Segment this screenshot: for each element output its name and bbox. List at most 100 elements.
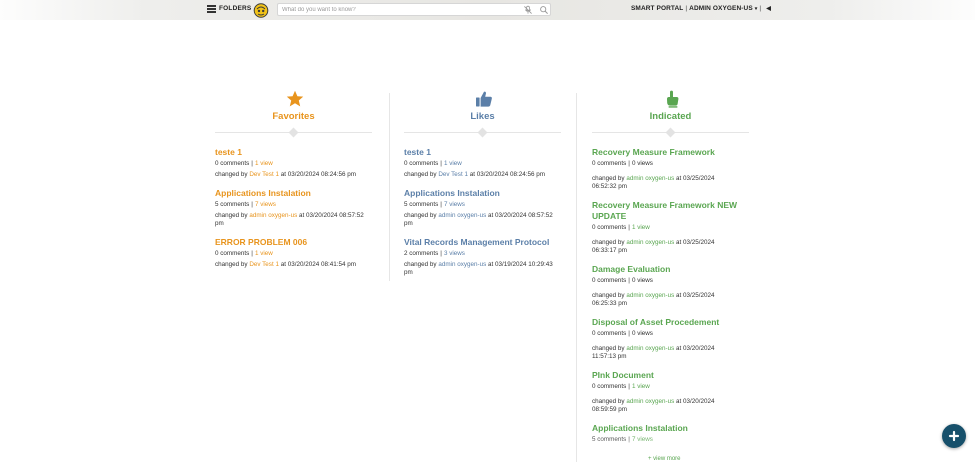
search-box [277,3,551,16]
user-link[interactable]: admin oxygen-us [626,175,674,182]
comments-count: 0 comments [215,250,250,257]
collapse-icon[interactable]: ◀ [766,5,771,12]
list-item: Applications Instalation 5 comments | 7 vi… [404,188,564,228]
folders-button[interactable]: FOLDERS [219,5,251,12]
item-title-link[interactable]: teste 1 [404,147,564,158]
item-title-link[interactable]: PInk Document [592,370,752,381]
item-stats: 5 comments | 7 views [404,200,564,209]
views-link[interactable]: 7 views [255,201,276,208]
list-item: PInk Document 0 comments | 1 view changed … [592,370,752,414]
list-item: Recovery Measure Framework 0 comments | 0 … [592,147,752,191]
views-link[interactable]: 1 view [444,160,462,167]
item-title-link[interactable]: Damage Evaluation [592,264,752,275]
likes-header: Likes [404,90,561,138]
top-bar: FOLDERS SMART PORTAL|ADMIN OXYGEN-US▾|◀ [0,0,975,20]
user-link[interactable]: admin oxygen-us [249,212,297,219]
separator: | [628,160,630,167]
menu-icon[interactable] [207,5,216,13]
separator: | [628,330,630,337]
comments-count: 0 comments [592,277,627,284]
header-diamond [477,127,488,137]
comments-count: 0 comments [592,224,627,231]
item-changed: changed by admin oxygen-us at 03/19/2024… [404,261,559,277]
search-input[interactable] [282,4,517,15]
changed-by-label: changed by [404,171,437,178]
user-link[interactable]: admin oxygen-us [438,261,486,268]
item-title-link[interactable]: Applications Instalation [592,423,752,434]
user-link[interactable]: admin oxygen-us [438,212,486,219]
changed-by-label: changed by [592,398,625,405]
views-count: 0 views [631,160,653,167]
item-changed: changed by admin oxygen-us at 03/20/2024… [592,345,732,361]
views-link[interactable]: 1 view [255,250,273,257]
user-link[interactable]: admin oxygen-us [626,292,674,299]
views-link[interactable]: 1 view [632,224,650,231]
header-diamond [288,127,299,137]
separator: | [628,383,630,390]
separator: | [251,250,253,257]
comments-count: 5 comments [215,201,250,208]
likes-title: Likes [470,111,495,122]
user-link[interactable]: Dev Test 1 [438,171,468,178]
item-title-link[interactable]: Disposal of Asset Procedement [592,317,752,328]
views-link[interactable]: 1 view [632,383,650,390]
views-count: 0 views [631,330,653,337]
mic-off-icon[interactable] [523,5,533,15]
favorites-header: Favorites [215,90,372,138]
item-changed: changed by Dev Test 1 at 03/20/2024 08:2… [215,171,370,179]
user-menu[interactable]: ADMIN OXYGEN-US [689,5,753,12]
list-item: Vital Records Management Protocol 2 comm… [404,237,564,277]
user-link[interactable]: admin oxygen-us [626,239,674,246]
changed-by-label: changed by [592,345,625,352]
user-link[interactable]: Dev Test 1 [249,171,279,178]
indicated-title: Indicated [649,111,692,122]
smart-portal-link[interactable]: SMART PORTAL [631,5,683,12]
caret-down-icon[interactable]: ▾ [755,6,758,12]
item-title-link[interactable]: Recovery Measure Framework NEW UPDATE [592,200,752,222]
separator: | [628,277,630,284]
separator: | [440,160,442,167]
item-changed: changed by admin oxygen-us at 03/25/2024… [592,239,732,255]
comments-count: 0 comments [592,383,627,390]
item-title-link[interactable]: Applications Instalation [215,188,375,199]
changed-by-label: changed by [592,239,625,246]
favorites-title: Favorites [272,111,315,122]
separator: | [440,250,442,257]
changed-date: at 03/20/2024 08:24:56 pm [280,171,356,178]
top-right-nav: SMART PORTAL | ADMIN OXYGEN-US ▾ | ◀ [631,5,771,12]
likes-column: Likes teste 1 0 comments | 1 view changed … [404,90,564,462]
separator: | [628,224,630,231]
views-link[interactable]: 7 views [444,201,465,208]
changed-by-label: changed by [404,212,437,219]
item-changed: changed by admin oxygen-us at 03/25/2024… [592,292,732,308]
changed-by-label: changed by [404,261,437,268]
item-title-link[interactable]: teste 1 [215,147,375,158]
changed-by-label: changed by [215,212,248,219]
changed-by-label: changed by [592,175,625,182]
item-stats: 5 comments | 7 views [215,200,375,209]
logo[interactable] [253,2,269,18]
views-link[interactable]: 3 views [444,250,465,257]
user-link[interactable]: admin oxygen-us [626,398,674,405]
user-link[interactable]: admin oxygen-us [626,345,674,352]
views-link[interactable]: 1 view [255,160,273,167]
views-link[interactable]: 7 views [632,436,653,443]
changed-by-label: changed by [215,171,248,178]
item-title-link[interactable]: Applications Instalation [404,188,564,199]
separator: | [251,160,253,167]
list-item: ERROR PROBLEM 006 0 comments | 1 view chan… [215,237,375,269]
user-link[interactable]: Dev Test 1 [249,261,279,268]
item-title-link[interactable]: Recovery Measure Framework [592,147,752,158]
view-more-link[interactable]: + view more [648,456,681,462]
header-diamond [665,127,676,137]
changed-by-label: changed by [215,261,248,268]
item-title-link[interactable]: Vital Records Management Protocol [404,237,564,248]
item-stats: 0 comments | 0 views [592,159,752,168]
item-stats: 0 comments | 1 view [592,223,752,232]
item-stats: 0 comments | 1 view [592,382,752,391]
indicated-header: Indicated [592,90,749,138]
search-icon[interactable] [539,5,549,15]
comments-count: 0 comments [215,160,250,167]
add-button[interactable] [942,424,966,448]
item-title-link[interactable]: ERROR PROBLEM 006 [215,237,375,248]
